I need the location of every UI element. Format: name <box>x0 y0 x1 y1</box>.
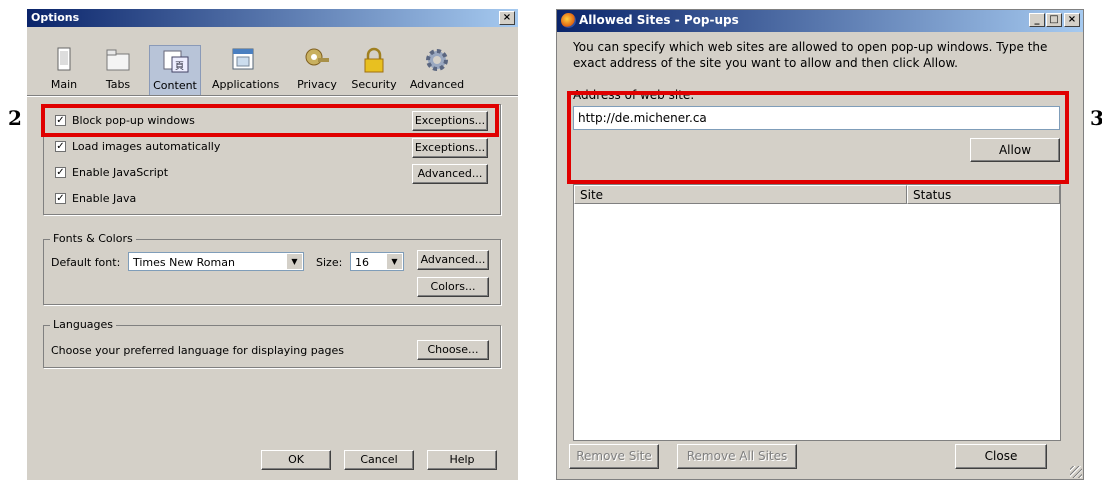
size-label: Size: <box>316 256 343 269</box>
languages-description: Choose your preferred language for displ… <box>51 344 344 357</box>
tab-applications-label: Applications <box>212 78 280 91</box>
site-list[interactable]: Site Status <box>573 184 1061 441</box>
options-title: Options <box>31 11 80 24</box>
enable-js-label: Enable JavaScript <box>72 166 169 179</box>
tab-content-label: Content <box>153 79 197 92</box>
highlight-address-area <box>567 91 1069 184</box>
chevron-down-icon: ▼ <box>286 254 302 269</box>
load-images-checkbox[interactable]: ✓ <box>55 141 66 152</box>
colors-button[interactable]: Colors... <box>417 277 489 297</box>
toolbar-divider <box>27 95 518 97</box>
highlight-block-popups <box>41 104 499 137</box>
load-images-label: Load images automatically <box>72 140 221 153</box>
tab-content[interactable]: 頁 Content <box>149 45 201 97</box>
languages-group-title: Languages <box>50 318 117 331</box>
remove-site-button[interactable]: Remove Site <box>569 444 659 469</box>
minimize-button[interactable]: _ <box>1029 13 1045 27</box>
js-advanced-button[interactable]: Advanced... <box>412 164 488 184</box>
column-site-label: Site <box>580 188 604 202</box>
tab-main[interactable]: Main <box>38 45 90 97</box>
images-exceptions-button[interactable]: Exceptions... <box>412 138 488 158</box>
main-icon <box>51 47 77 73</box>
cancel-button[interactable]: Cancel <box>344 450 414 470</box>
allowed-sites-title: Allowed Sites - Pop-ups <box>579 13 739 27</box>
ok-button[interactable]: OK <box>261 450 331 470</box>
content-icon: 頁 <box>163 48 189 74</box>
tab-security-label: Security <box>351 78 397 91</box>
tab-tabs[interactable]: Tabs <box>92 45 144 97</box>
fonts-group-title: Fonts & Colors <box>50 232 136 245</box>
column-header-status[interactable]: Status <box>907 185 1060 204</box>
firefox-icon <box>561 13 576 28</box>
allowed-sites-intro: You can specify which web sites are allo… <box>573 40 1048 70</box>
maximize-button[interactable]: □ <box>1046 13 1062 27</box>
privacy-icon <box>304 47 330 73</box>
fonts-advanced-button[interactable]: Advanced... <box>417 250 489 270</box>
allowed-sites-titlebar[interactable]: Allowed Sites - Pop-ups _ □ × <box>557 10 1083 32</box>
help-button[interactable]: Help <box>427 450 497 470</box>
svg-text:頁: 頁 <box>175 61 184 72</box>
tab-privacy-label: Privacy <box>297 78 337 91</box>
tab-applications[interactable]: Applications <box>212 45 279 97</box>
default-font-select[interactable]: Times New Roman ▼ <box>128 252 304 271</box>
chevron-down-icon: ▼ <box>386 254 402 269</box>
tab-advanced[interactable]: Advanced <box>410 45 464 97</box>
enable-java-label: Enable Java <box>72 192 137 205</box>
tab-advanced-label: Advanced <box>409 78 465 91</box>
options-titlebar[interactable]: Options × <box>27 9 518 27</box>
tab-tabs-label: Tabs <box>105 78 131 91</box>
default-font-label: Default font: <box>51 256 121 269</box>
step-label-3: 3 <box>1090 106 1102 130</box>
resize-grip-icon[interactable] <box>1070 466 1082 478</box>
column-header-site[interactable]: Site <box>574 185 907 204</box>
close-dialog-button[interactable]: Close <box>955 444 1047 469</box>
font-size-select[interactable]: 16 ▼ <box>350 252 404 271</box>
remove-all-sites-button[interactable]: Remove All Sites <box>677 444 797 469</box>
options-window: Options × Main Tabs 頁 Content Applicatio… <box>27 9 518 480</box>
enable-js-checkbox[interactable]: ✓ <box>55 167 66 178</box>
step-label-2: 2 <box>8 106 22 130</box>
default-font-value: Times New Roman <box>133 256 235 269</box>
tab-privacy[interactable]: Privacy <box>291 45 343 97</box>
options-close-button[interactable]: × <box>499 11 515 25</box>
enable-java-checkbox[interactable]: ✓ <box>55 193 66 204</box>
security-icon <box>361 47 387 73</box>
choose-language-button[interactable]: Choose... <box>417 340 489 360</box>
applications-icon <box>231 47 257 73</box>
tab-security[interactable]: Security <box>348 45 400 97</box>
tabs-icon <box>105 47 131 73</box>
column-status-label: Status <box>913 188 952 202</box>
advanced-icon <box>424 47 450 73</box>
close-button[interactable]: × <box>1064 13 1080 27</box>
allowed-sites-window: Allowed Sites - Pop-ups _ □ × You can sp… <box>556 9 1084 480</box>
font-size-value: 16 <box>355 256 369 269</box>
